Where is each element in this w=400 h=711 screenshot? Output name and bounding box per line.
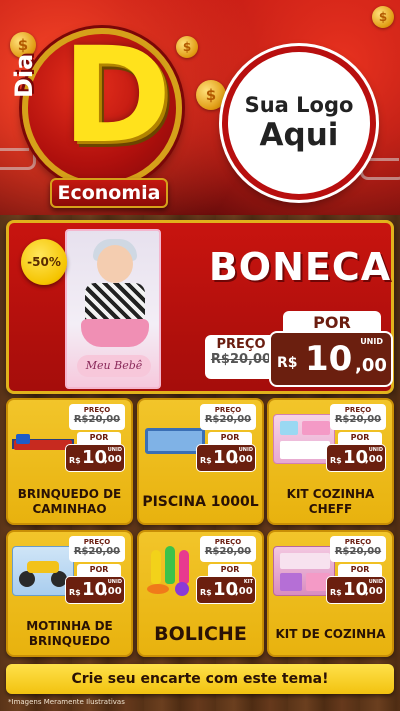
old-price: R$20,00 [204,414,252,425]
price-decimal: ,00 [104,586,122,597]
featured-unit-label: UNID [360,337,383,346]
featured-old-price-box: PREÇO R$20,00 [205,335,277,379]
coin-icon: $ [372,6,394,28]
product-name: BRINQUEDO DE CAMINHAO [17,487,122,516]
currency: R$ [69,456,81,465]
product-card[interactable]: PREÇO R$20,00 POR R$ 10 ,00 UNID BRINQUE… [6,398,133,525]
por-label: POR [338,564,382,576]
unit-label: UNID [368,579,383,585]
doll-head [97,245,133,283]
coin-icon: $ [176,36,198,58]
featured-product-card[interactable]: -50% Meu Bebê BONECA POR PREÇO R$20,00 R… [6,220,394,394]
new-price-box: R$ 10 ,00 UNID [65,576,125,604]
doll-box-label: Meu Bebê [77,355,151,377]
product-card[interactable]: PREÇO R$20,00 POR R$ 10 ,00 KIT BOLICHE [137,530,264,657]
featured-old-price-label: PREÇO [216,337,266,352]
brand-logo-placeholder[interactable]: Sua Logo Aqui [222,46,376,200]
price-decimal: ,00 [235,454,253,465]
por-label: POR [77,564,121,576]
product-name: BOLICHE [154,622,247,645]
currency: R$ [330,456,342,465]
por-label: POR [208,432,252,444]
unit-label: UNID [107,579,122,585]
old-price-box: PREÇO R$20,00 [200,536,256,562]
old-price: R$20,00 [334,546,382,557]
unit-label: UNID [107,447,122,453]
old-price-box: PREÇO R$20,00 [69,536,125,562]
old-price-label: PREÇO [83,406,111,414]
featured-product-name: BONECA [208,245,392,289]
header-banner: $ $ $ $ D Dia Economia Sua Logo Aqui [0,0,400,215]
coin-icon: $ [196,80,226,110]
featured-currency: R$ [277,355,298,371]
unit-label: UNID [368,447,383,453]
price-decimal: ,00 [104,454,122,465]
new-price-box: R$ 10 ,00 UNID [326,576,386,604]
doll-product-image: Meu Bebê [65,229,161,389]
old-price: R$20,00 [73,546,121,557]
price-decimal: ,00 [365,454,383,465]
old-price-label: PREÇO [344,406,372,414]
currency: R$ [200,588,212,597]
old-price-label: PREÇO [214,538,242,546]
old-price: R$20,00 [204,546,252,557]
product-name: MOTINHA DE BRINQUEDO [26,619,113,648]
logo-letter-d: D [62,19,172,173]
featured-old-price: R$20,00 [210,352,272,367]
currency: R$ [200,456,212,465]
old-price: R$20,00 [334,414,382,425]
new-price-box: R$ 10 ,00 UNID [326,444,386,472]
new-price-box: R$ 10 ,00 UNID [65,444,125,472]
product-name: PISCINA 1000L [142,493,259,510]
por-label: POR [77,432,121,444]
logo-economia-banner: Economia [50,178,168,208]
new-price-box: R$ 10 ,00 KIT [196,576,256,604]
old-price-label: PREÇO [344,538,372,546]
product-name: KIT COZINHA CHEFF [286,487,375,516]
unit-label: KIT [243,579,253,585]
currency: R$ [69,588,81,597]
product-card[interactable]: PREÇO R$20,00 POR R$ 10 ,00 UNID MOTINHA… [6,530,133,657]
por-label: POR [338,432,382,444]
doll-skirt [81,319,149,347]
old-price: R$20,00 [73,414,121,425]
product-card[interactable]: PREÇO R$20,00 POR R$ 10 ,00 UNID KIT DE … [267,530,394,657]
old-price-box: PREÇO R$20,00 [330,404,386,430]
price-decimal: ,00 [365,586,383,597]
brand-placeholder-line1: Sua Logo [244,93,354,117]
unit-label: UNID [238,447,253,453]
old-price-box: PREÇO R$20,00 [330,536,386,562]
disclaimer-text: *Imagens Meramente Ilustrativas [8,698,125,706]
old-price-label: PREÇO [83,538,111,546]
por-label: POR [208,564,252,576]
new-price-box: R$ 10 ,00 UNID [196,444,256,472]
product-card[interactable]: PREÇO R$20,00 POR R$ 10 ,00 UNID PISCINA… [137,398,264,525]
doll-dress [85,283,145,323]
brand-placeholder-line2: Aqui [259,117,339,153]
discount-badge: -50% [21,239,67,285]
price-decimal: ,00 [235,586,253,597]
currency: R$ [330,588,342,597]
logo-dia-text: Dia [10,53,38,98]
old-price-box: PREÇO R$20,00 [200,404,256,430]
featured-price-decimal: ,00 [355,355,387,376]
featured-new-price-box: R$ 10 ,00 UNID [269,331,393,387]
old-price-box: PREÇO R$20,00 [69,404,125,430]
old-price-label: PREÇO [214,406,242,414]
create-flyer-cta-button[interactable]: Crie seu encarte com este tema! [6,664,394,694]
featured-price-integer: 10 [305,339,353,379]
product-name: KIT DE COZINHA [275,626,386,641]
product-card[interactable]: PREÇO R$20,00 POR R$ 10 ,00 UNID KIT COZ… [267,398,394,525]
